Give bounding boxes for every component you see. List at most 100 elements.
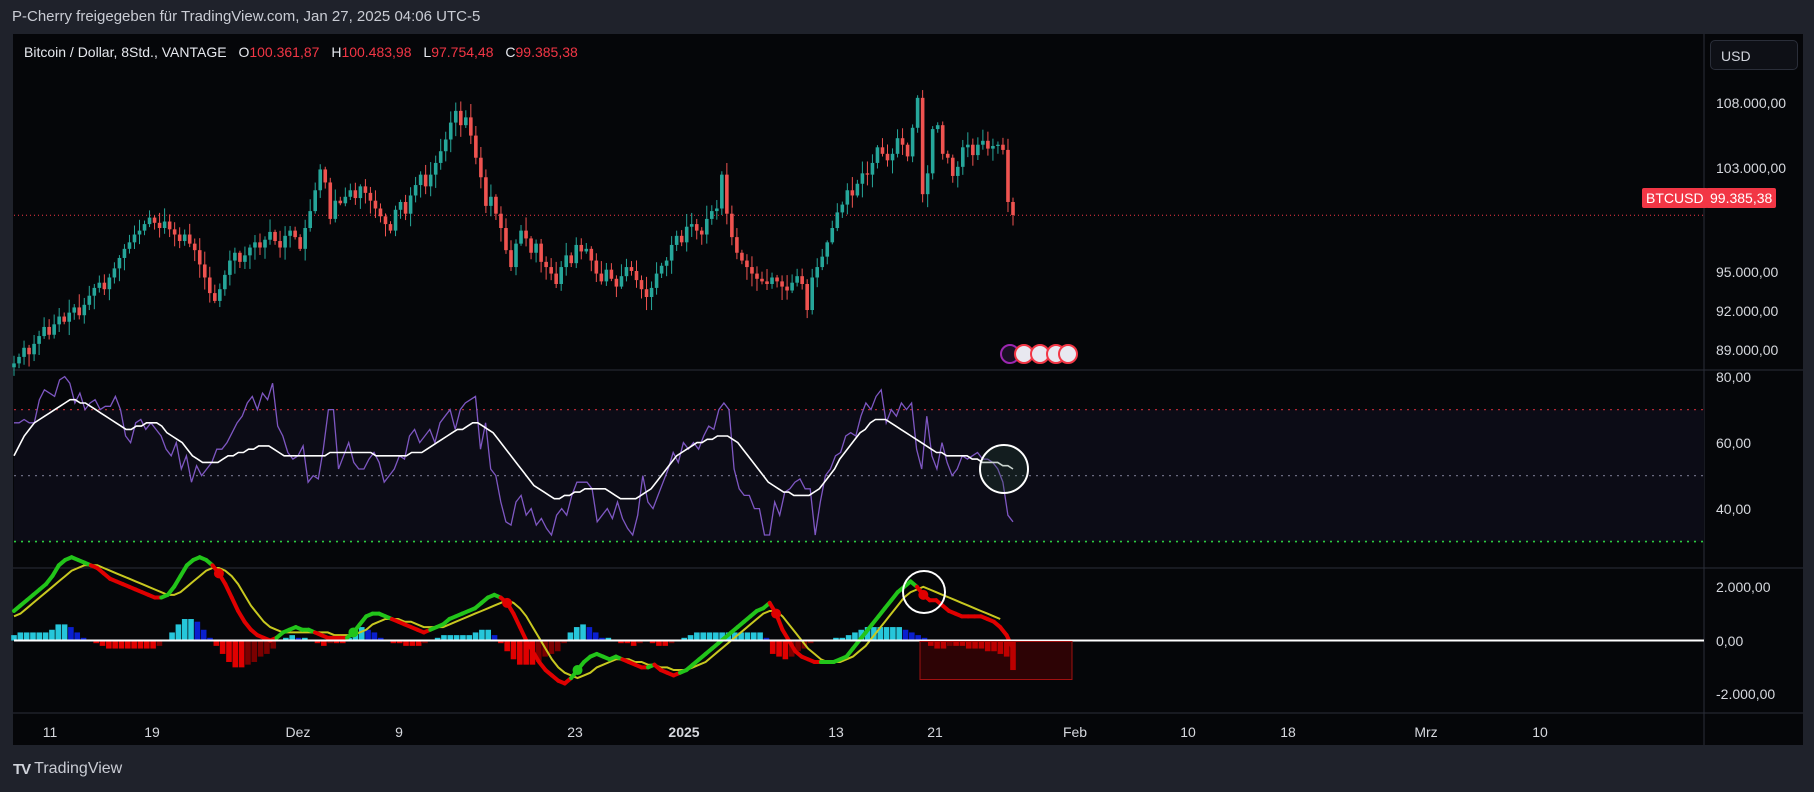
candle-body[interactable] <box>207 277 212 294</box>
candle-body[interactable] <box>353 190 358 199</box>
candle-body[interactable] <box>780 281 784 287</box>
candle-body[interactable] <box>614 278 619 287</box>
candle-body[interactable] <box>489 196 493 206</box>
candle-body[interactable] <box>22 347 26 357</box>
candle-body[interactable] <box>699 230 704 235</box>
candle-body[interactable] <box>67 312 72 322</box>
candle-body[interactable] <box>278 241 282 248</box>
candle-body[interactable] <box>52 324 56 335</box>
currency-button[interactable]: USD <box>1710 40 1798 70</box>
candle-body[interactable] <box>880 147 885 154</box>
candle-body[interactable] <box>755 273 759 279</box>
candle-body[interactable] <box>750 267 754 274</box>
candle-body[interactable] <box>378 208 383 217</box>
candle-body[interactable] <box>649 287 654 298</box>
candle-body[interactable] <box>27 347 31 355</box>
candle-body[interactable] <box>654 273 659 288</box>
tradingview-logo[interactable]: TV TradingView <box>13 760 122 778</box>
candle-body[interactable] <box>328 182 333 219</box>
candle-body[interactable] <box>223 274 227 290</box>
candle-body[interactable] <box>639 280 644 290</box>
candle-body[interactable] <box>228 260 232 275</box>
candle-body[interactable] <box>37 336 41 344</box>
candle-body[interactable] <box>398 201 403 210</box>
candle-body[interactable] <box>499 213 503 229</box>
candle-body[interactable] <box>504 228 508 251</box>
candle-body[interactable] <box>87 295 92 305</box>
candle-body[interactable] <box>775 277 779 282</box>
candle-body[interactable] <box>905 144 910 157</box>
candle-body[interactable] <box>725 174 729 214</box>
candle-body[interactable] <box>544 261 548 268</box>
candle-body[interactable] <box>298 237 302 249</box>
candle-body[interactable] <box>192 243 197 251</box>
candle-body[interactable] <box>348 190 353 197</box>
candle-body[interactable] <box>795 276 799 283</box>
candle-body[interactable] <box>97 282 102 288</box>
candle-body[interactable] <box>689 224 694 227</box>
candle-body[interactable] <box>238 252 242 262</box>
candle-body[interactable] <box>634 270 639 281</box>
candle-body[interactable] <box>142 224 147 231</box>
candle-body[interactable] <box>915 97 920 128</box>
candle-body[interactable] <box>920 97 925 195</box>
candle-body[interactable] <box>338 200 343 204</box>
candle-body[interactable] <box>433 162 438 175</box>
candle-body[interactable] <box>694 224 699 231</box>
candle-body[interactable] <box>895 138 900 154</box>
candle-body[interactable] <box>935 125 940 130</box>
candle-body[interactable] <box>624 267 629 277</box>
candle-body[interactable] <box>850 190 855 196</box>
candle-body[interactable] <box>47 326 51 335</box>
candle-body[interactable] <box>333 200 338 219</box>
candle-body[interactable] <box>423 174 428 187</box>
candle-body[interactable] <box>197 250 202 265</box>
candle-body[interactable] <box>996 144 1000 147</box>
candle-body[interactable] <box>720 174 724 209</box>
candle-body[interactable] <box>413 185 418 196</box>
candle-body[interactable] <box>594 260 599 274</box>
candle-body[interactable] <box>940 125 945 154</box>
candle-body[interactable] <box>514 243 518 268</box>
candle-body[interactable] <box>458 110 463 126</box>
candle-body[interactable] <box>172 229 177 235</box>
candle-body[interactable] <box>564 255 569 268</box>
candle-body[interactable] <box>1011 201 1015 215</box>
candle-body[interactable] <box>735 237 739 253</box>
candle-body[interactable] <box>147 217 152 225</box>
candle-body[interactable] <box>709 211 714 219</box>
candle-body[interactable] <box>428 174 433 187</box>
candle-body[interactable] <box>77 307 82 316</box>
candle-body[interactable] <box>273 231 277 242</box>
candle-body[interactable] <box>925 173 930 195</box>
candle-body[interactable] <box>42 326 46 337</box>
candle-body[interactable] <box>248 247 252 256</box>
candle-body[interactable] <box>745 260 749 268</box>
candle-body[interactable] <box>619 276 624 287</box>
candle-body[interactable] <box>408 195 413 214</box>
candle-body[interactable] <box>368 192 373 201</box>
candle-body[interactable] <box>790 282 794 291</box>
candle-body[interactable] <box>885 153 890 161</box>
candle-body[interactable] <box>870 162 875 175</box>
candle-body[interactable] <box>152 217 157 223</box>
candle-body[interactable] <box>810 277 814 311</box>
candle-body[interactable] <box>669 244 674 261</box>
candle-body[interactable] <box>137 230 142 235</box>
candle-body[interactable] <box>82 304 87 316</box>
candle-body[interactable] <box>945 153 950 158</box>
candle-body[interactable] <box>730 213 734 238</box>
candle-body[interactable] <box>448 122 453 140</box>
candle-body[interactable] <box>875 147 880 163</box>
candle-body[interactable] <box>785 286 789 291</box>
candle-body[interactable] <box>308 211 312 229</box>
candle-body[interactable] <box>509 250 513 268</box>
candle-body[interactable] <box>127 242 132 249</box>
candle-body[interactable] <box>363 186 368 193</box>
candle-body[interactable] <box>484 177 488 206</box>
candle-body[interactable] <box>373 200 378 209</box>
candle-body[interactable] <box>629 267 634 271</box>
candle-body[interactable] <box>122 248 127 258</box>
candle-body[interactable] <box>268 231 272 240</box>
candle-body[interactable] <box>218 289 222 301</box>
